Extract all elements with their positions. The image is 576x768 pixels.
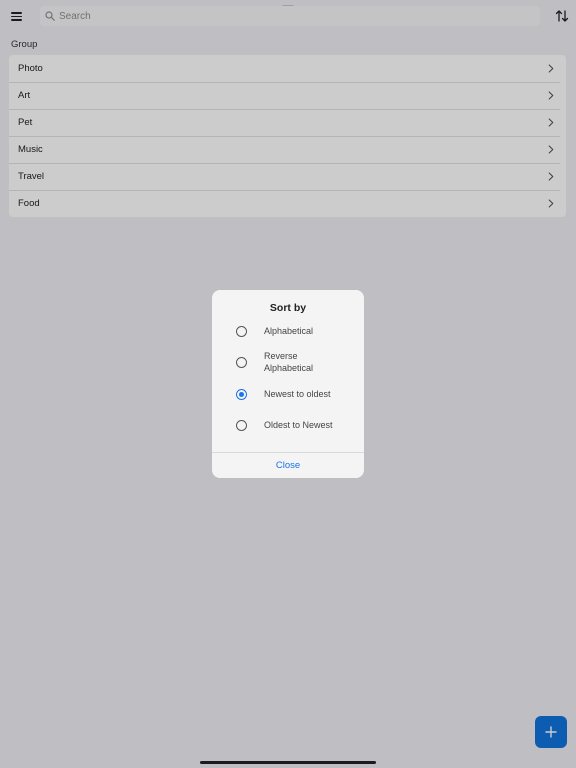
sort-dialog: Sort by Alphabetical Reverse Alphabetica… xyxy=(212,290,364,478)
sort-option-label: Newest to oldest xyxy=(264,389,331,399)
sort-option-alphabetical[interactable]: Alphabetical xyxy=(236,325,356,337)
radio-button[interactable] xyxy=(236,388,247,400)
sort-option-reverse-alphabetical[interactable]: Reverse Alphabetical xyxy=(236,350,356,374)
radio-button[interactable] xyxy=(236,419,247,431)
home-indicator[interactable] xyxy=(200,761,376,764)
radio-button[interactable] xyxy=(236,325,247,337)
sort-option-label: Oldest to Newest xyxy=(264,420,333,430)
sort-option-label: Reverse Alphabetical xyxy=(264,351,314,373)
radio-button[interactable] xyxy=(236,356,247,368)
sort-option-oldest-to-newest[interactable]: Oldest to Newest xyxy=(236,419,356,431)
dialog-title: Sort by xyxy=(269,302,307,314)
close-button[interactable]: Close xyxy=(212,453,364,478)
sort-option-label: Alphabetical xyxy=(264,326,314,336)
sort-option-newest-to-oldest[interactable]: Newest to oldest xyxy=(236,388,356,400)
